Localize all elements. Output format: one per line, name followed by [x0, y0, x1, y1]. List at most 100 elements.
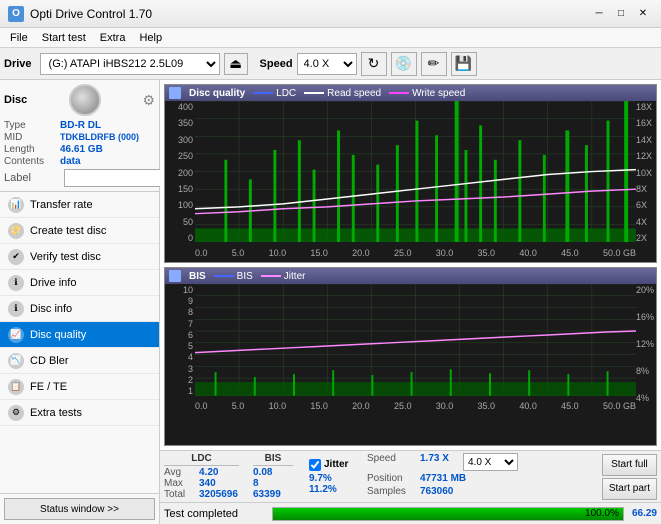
- nav-fe-te[interactable]: 📋 FE / TE: [0, 374, 159, 400]
- ldc-avg-row: Avg 4.20: [164, 467, 239, 478]
- nav-disc-quality[interactable]: 📈 Disc quality: [0, 322, 159, 348]
- start-part-button[interactable]: Start part: [602, 478, 657, 500]
- nav-drive-info[interactable]: ℹ Drive info: [0, 270, 159, 296]
- right-content: Disc quality LDC Read speed Write speed: [160, 80, 661, 524]
- disc-panel-title: Disc: [4, 94, 27, 106]
- nav-extra-tests-label: Extra tests: [30, 407, 82, 419]
- bis-stats-group: BIS 0.08 8 63399: [253, 453, 293, 500]
- start-full-button[interactable]: Start full: [602, 454, 657, 476]
- chart2-y-axis-right: 20% 16% 12% 8% 4%: [636, 284, 656, 398]
- status-bar-nav: Status window >>: [0, 493, 159, 524]
- speed-select-stats[interactable]: 4.0 X: [463, 453, 518, 471]
- disc-label-row: Label 🔍: [4, 169, 155, 187]
- bis-max-row: 8: [253, 478, 293, 489]
- disc-contents-label: Contents: [4, 156, 60, 167]
- nav-disc-info[interactable]: ℹ Disc info: [0, 296, 159, 322]
- disc-info-panel: Disc ⚙ Type BD-R DL MID TDKBLDRFB (000) …: [0, 80, 159, 192]
- ldc-max-label: Max: [164, 478, 196, 489]
- speed-stat-value: 1.73 X: [420, 453, 460, 471]
- disc-quality-icon: 📈: [8, 327, 24, 343]
- close-button[interactable]: ✕: [633, 5, 653, 23]
- jitter-avg-value: 9.7%: [309, 473, 349, 484]
- create-test-disc-icon: 📀: [8, 223, 24, 239]
- nav-transfer-rate-label: Transfer rate: [30, 199, 93, 211]
- ldc-avg-value: 4.20: [199, 467, 239, 478]
- disc-length-value: 46.61 GB: [60, 144, 103, 155]
- ldc-avg-label: Avg: [164, 467, 196, 478]
- legend-ldc: LDC: [253, 88, 296, 99]
- bis-jitter-chart: BIS BIS Jitter 10 9 8: [164, 267, 657, 446]
- chart1-x-axis: 0.0 5.0 10.0 15.0 20.0 25.0 30.0 35.0 40…: [195, 245, 636, 261]
- jitter-max-row: 11.2%: [309, 484, 349, 495]
- legend-write-speed-label: Write speed: [412, 88, 465, 99]
- menu-file[interactable]: File: [4, 31, 34, 45]
- extra-tests-icon: ⚙: [8, 405, 24, 421]
- nav-items: 📊 Transfer rate 📀 Create test disc ✔ Ver…: [0, 192, 159, 493]
- nav-fe-te-label: FE / TE: [30, 381, 67, 393]
- chart1-canvas: 400 350 300 250 200 150 100 50 0 18X 16X: [165, 101, 656, 261]
- legend-ldc-color: [253, 92, 273, 94]
- position-label: Position: [367, 473, 417, 484]
- titlebar: O Opti Drive Control 1.70 ─ □ ✕: [0, 0, 661, 28]
- legend-jitter-color: [261, 275, 281, 277]
- ldc-max-row: Max 340: [164, 478, 239, 489]
- nav-create-test-disc[interactable]: 📀 Create test disc: [0, 218, 159, 244]
- nav-cd-bler-label: CD Bler: [30, 355, 69, 367]
- disc-type-value: BD-R DL: [60, 120, 101, 131]
- sidebar: Disc ⚙ Type BD-R DL MID TDKBLDRFB (000) …: [0, 80, 160, 524]
- bottom-status-bar: Test completed 100.0% 66.29: [160, 502, 661, 524]
- legend-bis-color: [214, 275, 234, 277]
- nav-verify-test-disc-label: Verify test disc: [30, 251, 101, 263]
- chart2-icon: [169, 270, 181, 282]
- legend-read-speed-label: Read speed: [327, 88, 381, 99]
- chart1-title: Disc quality: [189, 88, 245, 99]
- disc-length-row: Length 46.61 GB: [4, 144, 155, 155]
- maximize-button[interactable]: □: [611, 5, 631, 23]
- app-title: Opti Drive Control 1.70: [30, 7, 152, 21]
- disc-length-label: Length: [4, 144, 60, 155]
- jitter-checkbox[interactable]: [309, 459, 321, 471]
- nav-disc-info-label: Disc info: [30, 303, 72, 315]
- ldc-total-row: Total 3205696: [164, 489, 239, 500]
- menu-extra[interactable]: Extra: [94, 31, 132, 45]
- disc-quality-chart: Disc quality LDC Read speed Write speed: [164, 84, 657, 263]
- drive-select[interactable]: (G:) ATAPI iHBS212 2.5L09: [40, 53, 220, 75]
- edit-icon-button[interactable]: ✏: [421, 52, 447, 76]
- disc-mid-label: MID: [4, 132, 60, 143]
- minimize-button[interactable]: ─: [589, 5, 609, 23]
- speed-select[interactable]: 4.0 X: [297, 53, 357, 75]
- main-content: Disc ⚙ Type BD-R DL MID TDKBLDRFB (000) …: [0, 80, 661, 524]
- save-icon-button[interactable]: 💾: [451, 52, 477, 76]
- chart2-y-axis-left: 10 9 8 7 6 5 4 3 2 1: [165, 284, 195, 398]
- disc-contents-value: data: [60, 156, 81, 167]
- menu-help[interactable]: Help: [133, 31, 168, 45]
- chart1-title-bar: Disc quality LDC Read speed Write speed: [165, 85, 656, 101]
- nav-cd-bler[interactable]: 📉 CD Bler: [0, 348, 159, 374]
- refresh-icon-button[interactable]: ↻: [361, 52, 387, 76]
- legend-jitter-label: Jitter: [284, 271, 306, 282]
- toolbar: Drive (G:) ATAPI iHBS212 2.5L09 ⏏ Speed …: [0, 48, 661, 80]
- legend-write-speed-color: [389, 92, 409, 94]
- disc-settings-icon: ⚙: [142, 92, 155, 109]
- jitter-checkbox-row: Jitter: [309, 459, 349, 471]
- nav-extra-tests[interactable]: ⚙ Extra tests: [0, 400, 159, 426]
- status-window-button[interactable]: Status window >>: [4, 498, 155, 520]
- position-row: Position 47731 MB: [367, 473, 518, 484]
- disc-type-row: Type BD-R DL: [4, 120, 155, 131]
- legend-read-speed: Read speed: [304, 88, 381, 99]
- samples-label: Samples: [367, 486, 417, 497]
- status-text: Test completed: [164, 508, 264, 520]
- disc-type-label: Type: [4, 120, 60, 131]
- legend-write-speed: Write speed: [389, 88, 465, 99]
- verify-test-disc-icon: ✔: [8, 249, 24, 265]
- nav-verify-test-disc[interactable]: ✔ Verify test disc: [0, 244, 159, 270]
- menu-start-test[interactable]: Start test: [36, 31, 92, 45]
- eject-button[interactable]: ⏏: [224, 53, 248, 75]
- nav-transfer-rate[interactable]: 📊 Transfer rate: [0, 192, 159, 218]
- transfer-rate-icon: 📊: [8, 197, 24, 213]
- speed-row: Speed 1.73 X 4.0 X: [367, 453, 518, 471]
- progress-bar-fill: [273, 508, 623, 520]
- disc-mid-value: TDKBLDRFB (000): [60, 132, 139, 143]
- nav-create-test-disc-label: Create test disc: [30, 225, 106, 237]
- burn-icon-button[interactable]: 💿: [391, 52, 417, 76]
